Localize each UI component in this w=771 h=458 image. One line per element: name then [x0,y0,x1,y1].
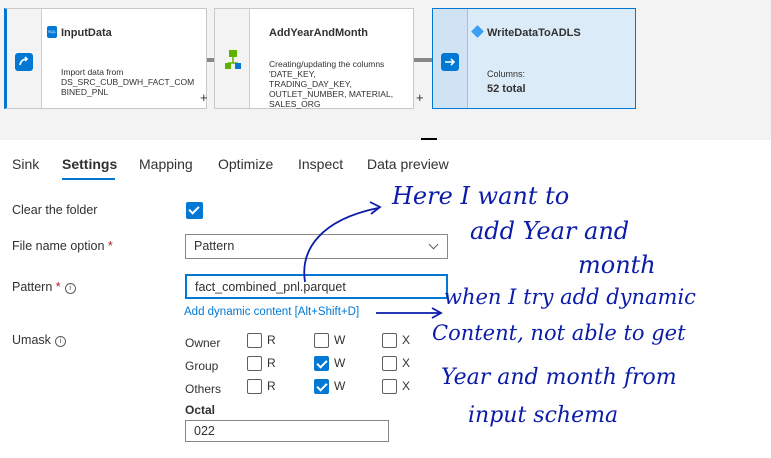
file-name-option-select[interactable]: Pattern [185,234,448,259]
group-read-checkbox[interactable] [247,356,262,371]
write-label: W [334,356,346,370]
others-read-checkbox[interactable] [247,379,262,394]
annotation-text: when I try add dynamic [444,285,696,309]
execute-label: X [402,333,411,347]
file-name-option-label: File name option * [12,239,113,253]
tab-inspect[interactable]: Inspect [298,156,343,172]
tab-mapping[interactable]: Mapping [139,156,193,172]
tab-data-preview[interactable]: Data preview [367,156,449,172]
dataset-diamond-icon [471,25,484,38]
chevron-down-icon [428,239,439,250]
annotation-text: input schema [468,403,619,428]
node-title: AddYearAndMonth [269,27,368,39]
input-data-node[interactable]: SQL InputData Import data from DS_SRC_CU… [4,8,207,109]
node-title: WriteDataToADLS [487,27,581,39]
node-description: Import data from DS_SRC_CUB_DWH_FACT_COM… [61,67,195,97]
tab-optimize[interactable]: Optimize [218,156,273,172]
active-tab-indicator [62,178,115,180]
owner-read-checkbox[interactable] [247,333,262,348]
others-execute-checkbox[interactable] [382,379,397,394]
read-label: R [267,379,276,393]
add-year-month-node[interactable]: AddYearAndMonth Creating/updating the co… [214,8,414,109]
pane-splitter[interactable] [421,138,437,140]
owner-execute-checkbox[interactable] [382,333,397,348]
add-transform-button[interactable]: + [416,90,424,105]
read-label: R [267,333,276,347]
owner-write-checkbox[interactable] [314,333,329,348]
umask-row-owner: Owner [185,336,221,350]
settings-tabs: Sink Settings Mapping Optimize Inspect D… [0,152,771,182]
annotation-text: Content, not able to get [432,321,686,345]
add-transform-button[interactable]: + [200,90,208,105]
pattern-input[interactable] [185,274,448,299]
read-label: R [267,356,276,370]
clear-folder-checkbox[interactable] [186,202,203,219]
annotation-text: Here I want to [392,182,570,210]
write-label: W [334,333,346,347]
octal-input[interactable]: 022 [185,420,389,442]
annotation-text: Year and month from [441,365,677,390]
execute-label: X [402,379,411,393]
octal-label: Octal [185,403,216,417]
umask-label: Umask i [12,333,66,347]
tab-sink[interactable]: Sink [12,156,39,172]
node-description: Creating/updating the columns 'DATE_KEY,… [269,59,394,109]
write-label: W [334,379,346,393]
sql-dataset-icon: SQL [47,26,57,38]
clear-folder-label: Clear the folder [12,203,98,217]
execute-label: X [402,356,411,370]
dataflow-canvas: SQL InputData Import data from DS_SRC_CU… [0,0,771,140]
pattern-label: Pattern * i [12,280,76,294]
source-icon [15,53,33,71]
umask-row-others: Others [185,382,222,396]
columns-value: 52 total [487,83,526,95]
info-icon: i [64,283,76,294]
group-execute-checkbox[interactable] [382,356,397,371]
group-write-checkbox[interactable] [314,356,329,371]
others-write-checkbox[interactable] [314,379,329,394]
sink-icon [441,53,459,71]
write-data-to-adls-node[interactable]: WriteDataToADLS Columns: 52 total [432,8,636,109]
node-title: InputData [61,27,112,39]
add-dynamic-content-link[interactable]: Add dynamic content [Alt+Shift+D] [184,306,359,318]
derived-column-icon [224,49,242,73]
annotation-text: month [578,251,656,279]
columns-label: Columns: [487,69,526,79]
annotation-text: add Year and [470,217,630,245]
umask-row-group: Group [185,359,219,373]
tab-settings[interactable]: Settings [62,156,117,172]
info-icon: i [54,336,66,347]
